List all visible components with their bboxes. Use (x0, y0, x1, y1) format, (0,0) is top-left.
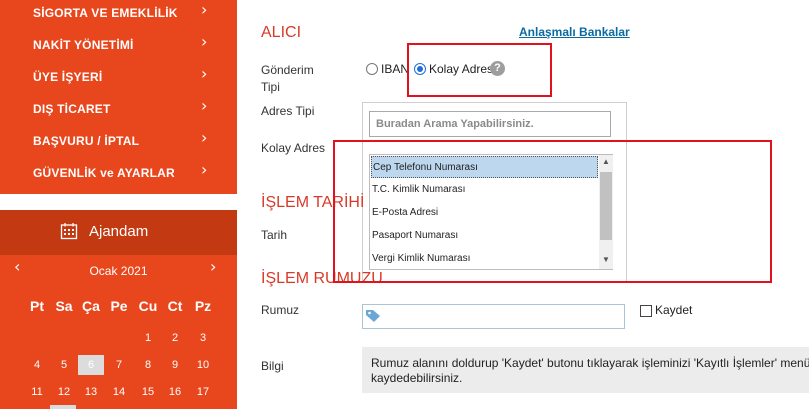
info-text-line-2: kaydedebilirsiniz. (371, 371, 463, 385)
iban-radio-label: IBAN (381, 62, 410, 76)
kolay-adres-label: Kolay Adres (261, 141, 326, 155)
menu-item-uye-isyeri[interactable]: ÜYE İŞYERİ › (0, 64, 237, 96)
chevron-right-icon: › (201, 128, 208, 147)
chevron-right-icon: › (201, 32, 208, 51)
menu-item-label: BAŞVURU / İPTAL (33, 134, 140, 148)
calendar-month-label: Ocak 2021 (89, 264, 148, 278)
calendar-day[interactable]: 3 (190, 328, 216, 348)
calendar-day[interactable]: 9 (162, 355, 188, 375)
menu-item-guvenlik[interactable]: GÜVENLİK ve AYARLAR › (0, 160, 237, 192)
weekday-label: Ça (82, 298, 100, 314)
weekday-label: Pt (30, 298, 44, 314)
calendar-day[interactable]: 7 (106, 355, 132, 375)
chevron-right-icon: › (201, 64, 208, 83)
calendar-day[interactable]: 1 (135, 328, 161, 348)
agreed-banks-link[interactable]: Anlaşmalı Bankalar (519, 25, 630, 39)
calendar-day-today[interactable]: 6 (78, 355, 104, 375)
tag-icon (366, 310, 380, 322)
chevron-right-icon: › (201, 160, 208, 179)
chevron-right-icon[interactable]: › (210, 257, 216, 276)
menu-item-nakit[interactable]: NAKİT YÖNETİMİ › (0, 32, 237, 64)
chevron-right-icon: › (201, 96, 208, 115)
info-box: Rumuz alanını doldurup 'Kaydet' butonu t… (362, 347, 809, 393)
calendar-day[interactable]: 11 (24, 382, 50, 402)
gonderim-label-1: Gönderim (261, 63, 314, 77)
calendar-day[interactable]: 12 (51, 382, 77, 402)
calendar-selection-marker (50, 405, 76, 409)
menu-item-label: ÜYE İŞYERİ (33, 70, 103, 84)
calendar-day[interactable]: 17 (190, 382, 216, 402)
calendar-day[interactable]: 13 (78, 382, 104, 402)
menu-item-label: DIŞ TİCARET (33, 102, 111, 116)
weekday-label: Sa (55, 298, 73, 314)
menu-item-label: GÜVENLİK ve AYARLAR (33, 166, 175, 180)
kaydet-label: Kaydet (655, 303, 693, 317)
iban-radio[interactable] (366, 63, 378, 75)
calendar-day[interactable]: 14 (106, 382, 132, 402)
dropdown-search-input[interactable] (369, 111, 611, 137)
tarih-label: Tarih (261, 228, 288, 242)
calendar-day[interactable]: 5 (51, 355, 77, 375)
bilgi-label: Bilgi (261, 359, 284, 373)
menu-item-dis-ticaret[interactable]: DIŞ TİCARET › (0, 96, 237, 128)
calendar-day[interactable]: 15 (135, 382, 161, 402)
sidebar-separator (0, 194, 237, 210)
weekday-label: Ct (167, 298, 183, 314)
alici-title: ALICI (261, 24, 302, 41)
calendar-day[interactable]: 8 (135, 355, 161, 375)
info-text-line-1: Rumuz alanını doldurup 'Kaydet' butonu t… (371, 356, 809, 370)
calendar-day[interactable]: 2 (162, 328, 188, 348)
sidebar: SİGORTA VE EMEKLİLİK › NAKİT YÖNETİMİ › … (0, 0, 237, 409)
calendar-icon (60, 223, 78, 240)
menu-item-label: SİGORTA VE EMEKLİLİK (33, 6, 178, 20)
agenda-label: Ajandam (89, 223, 149, 240)
highlight-box-send-type (407, 43, 552, 97)
gonderim-label-2: Tipi (261, 80, 280, 94)
calendar-day[interactable]: 16 (162, 382, 188, 402)
chevron-right-icon: › (201, 0, 208, 19)
highlight-box-address-options (333, 140, 772, 283)
calendar-day[interactable]: 4 (24, 355, 50, 375)
weekday-label: Cu (138, 298, 158, 314)
menu-item-basvuru[interactable]: BAŞVURU / İPTAL › (0, 128, 237, 160)
adres-tipi-label: Adres Tipi (261, 104, 315, 118)
rumuz-label: Rumuz (261, 303, 300, 317)
agenda-header[interactable]: Ajandam (0, 210, 237, 255)
rumuz-input[interactable] (362, 304, 625, 329)
menu-item-sigorta[interactable]: SİGORTA VE EMEKLİLİK › (0, 0, 237, 32)
kaydet-checkbox[interactable] (640, 305, 652, 317)
weekday-label: Pe (110, 298, 128, 314)
calendar-day[interactable]: 10 (190, 355, 216, 375)
calendar-month-row: ‹ Ocak 2021 › (0, 255, 237, 287)
weekday-label: Pz (194, 298, 212, 314)
menu-item-label: NAKİT YÖNETİMİ (33, 38, 134, 52)
